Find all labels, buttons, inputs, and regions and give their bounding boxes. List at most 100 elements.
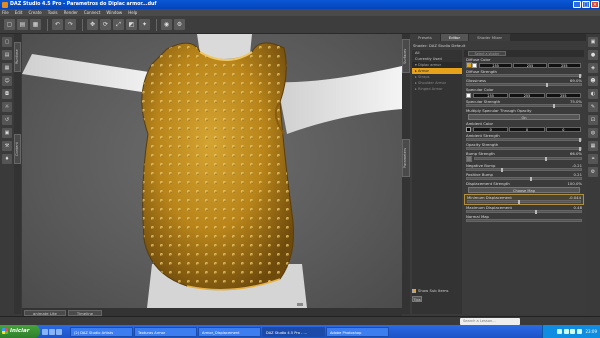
- taskbar-item-armor-displacement[interactable]: Armor_Displacement: [198, 326, 261, 337]
- pose-icon[interactable]: ☻: [588, 76, 598, 86]
- new-scene-icon[interactable]: ▢: [4, 19, 15, 30]
- tree-item-ringed-armor[interactable]: ▸ Ringed Armor: [412, 86, 462, 92]
- color-b[interactable]: 0: [545, 126, 581, 132]
- tray-icon[interactable]: [557, 329, 563, 334]
- toggle-on-button[interactable]: On: [468, 114, 580, 120]
- gear-icon[interactable]: ⚙: [588, 167, 598, 177]
- menu-help[interactable]: Help: [128, 10, 137, 15]
- sphere-icon[interactable]: ●: [588, 50, 598, 60]
- slider-knob[interactable]: [544, 157, 547, 161]
- undo-icon[interactable]: ↶: [52, 19, 63, 30]
- save-icon[interactable]: ▦: [30, 19, 41, 30]
- tips-button[interactable]: Tips: [412, 296, 422, 302]
- search-lesson-input[interactable]: Search a Lesson...: [460, 318, 520, 325]
- tab-shader-mixer[interactable]: Shader Mixer: [469, 34, 511, 41]
- lock-icon[interactable]: ⊡: [588, 115, 598, 125]
- minimize-button[interactable]: _: [573, 1, 581, 8]
- light-icon[interactable]: ☼: [2, 102, 12, 112]
- tools-icon[interactable]: ⚒: [2, 141, 12, 151]
- new-file-icon[interactable]: ▢: [2, 37, 12, 47]
- choose-map-button[interactable]: Choose Map: [468, 187, 580, 193]
- taskbar-item-daz-artists[interactable]: (2) DAZ Studio Artists: [70, 326, 133, 337]
- color-r[interactable]: 255: [479, 62, 513, 68]
- color-g[interactable]: 0: [509, 126, 545, 132]
- slider[interactable]: [467, 200, 581, 204]
- color-swatch[interactable]: [466, 126, 471, 132]
- maximize-button[interactable]: □: [582, 1, 590, 8]
- tray-icon[interactable]: [576, 329, 582, 334]
- start-button[interactable]: Iniciar: [0, 325, 40, 338]
- tab-content[interactable]: Content: [14, 134, 21, 164]
- menu-edit[interactable]: Edit: [15, 10, 23, 15]
- menu-window[interactable]: Window: [106, 10, 122, 15]
- redo-icon[interactable]: ↷: [65, 19, 76, 30]
- folder-icon[interactable]: ▤: [2, 50, 12, 60]
- slider-knob[interactable]: [518, 200, 521, 204]
- lamp-icon[interactable]: ♦: [2, 154, 12, 164]
- show-sub-items[interactable]: Show Sub Items: [412, 288, 449, 293]
- slider[interactable]: [466, 210, 582, 214]
- color-b[interactable]: 255: [545, 92, 581, 98]
- tab-editor[interactable]: Editor: [440, 34, 469, 41]
- slider[interactable]: [466, 177, 582, 181]
- color-r[interactable]: 0: [473, 126, 509, 132]
- open-icon[interactable]: ▤: [17, 19, 28, 30]
- render-settings-icon[interactable]: ⚙: [174, 19, 185, 30]
- taskbar-item-daz-studio[interactable]: DAZ Studio 4.5 Pro - ...: [262, 326, 325, 337]
- link-icon[interactable]: ⚭: [588, 154, 598, 164]
- menu-create[interactable]: Create: [28, 10, 41, 15]
- pencil-icon[interactable]: ✎: [588, 102, 598, 112]
- quick-launch-icon[interactable]: [56, 328, 62, 335]
- render-icon[interactable]: ◉: [161, 19, 172, 30]
- rotate-tool-icon[interactable]: ⟳: [100, 19, 111, 30]
- scene-icon[interactable]: ▣: [2, 128, 12, 138]
- slider[interactable]: [466, 83, 582, 87]
- camera-icon[interactable]: ◘: [2, 89, 12, 99]
- save-file-icon[interactable]: ▦: [2, 63, 12, 73]
- tab-presets[interactable]: Presets: [410, 34, 440, 41]
- menu-connect[interactable]: Connect: [84, 10, 101, 15]
- menu-tools[interactable]: Tools: [48, 10, 58, 15]
- color-swatch[interactable]: [472, 62, 477, 68]
- taskbar-item-texturas-armor[interactable]: Texturas Armor: [134, 326, 197, 337]
- surface-tool-icon[interactable]: ◩: [126, 19, 137, 30]
- slider[interactable]: [466, 219, 582, 222]
- scale-tool-icon[interactable]: ⤢: [113, 19, 124, 30]
- tab-surfaces[interactable]: Surfaces: [402, 39, 410, 73]
- slider[interactable]: [466, 147, 582, 151]
- slider[interactable]: [466, 168, 582, 172]
- globe-icon[interactable]: ◍: [588, 128, 598, 138]
- texture-thumb-icon[interactable]: [466, 156, 472, 162]
- slider[interactable]: [466, 74, 582, 78]
- grid-icon[interactable]: ▦: [588, 141, 598, 151]
- tab-parameters[interactable]: Parameters: [402, 139, 410, 177]
- figure-icon[interactable]: ☺: [2, 76, 12, 86]
- color-b[interactable]: 255: [547, 62, 581, 68]
- quick-launch-icon[interactable]: [42, 328, 48, 335]
- universal-tool-icon[interactable]: ✥: [87, 19, 98, 30]
- toolbar-divider: [82, 18, 83, 31]
- tab-runtime[interactable]: Runtime: [14, 42, 21, 72]
- slider[interactable]: [466, 138, 582, 142]
- slider[interactable]: [466, 104, 582, 108]
- node-icon[interactable]: ◈: [588, 63, 598, 73]
- quick-launch-icon[interactable]: [49, 328, 55, 335]
- material-icon[interactable]: ◐: [588, 89, 598, 99]
- history-icon[interactable]: ↺: [2, 115, 12, 125]
- tray-icon[interactable]: [563, 329, 569, 334]
- node-tool-icon[interactable]: ✦: [139, 19, 150, 30]
- menu-file[interactable]: File: [2, 10, 9, 15]
- close-button[interactable]: ×: [591, 1, 599, 8]
- slider[interactable]: [474, 157, 582, 161]
- checkbox-icon[interactable]: [412, 288, 416, 293]
- select-shader-button[interactable]: Select a shader: [468, 51, 506, 56]
- color-g[interactable]: 255: [513, 62, 547, 68]
- menu-render[interactable]: Render: [64, 10, 78, 15]
- color-r[interactable]: 255: [473, 92, 509, 98]
- color-g[interactable]: 255: [509, 92, 545, 98]
- taskbar-item-photoshop[interactable]: Adobe Photoshop: [326, 326, 389, 337]
- tray-icon[interactable]: [570, 329, 576, 334]
- cube-icon[interactable]: ▣: [588, 37, 598, 47]
- color-swatch[interactable]: [466, 92, 471, 98]
- 3d-viewport[interactable]: [22, 34, 402, 308]
